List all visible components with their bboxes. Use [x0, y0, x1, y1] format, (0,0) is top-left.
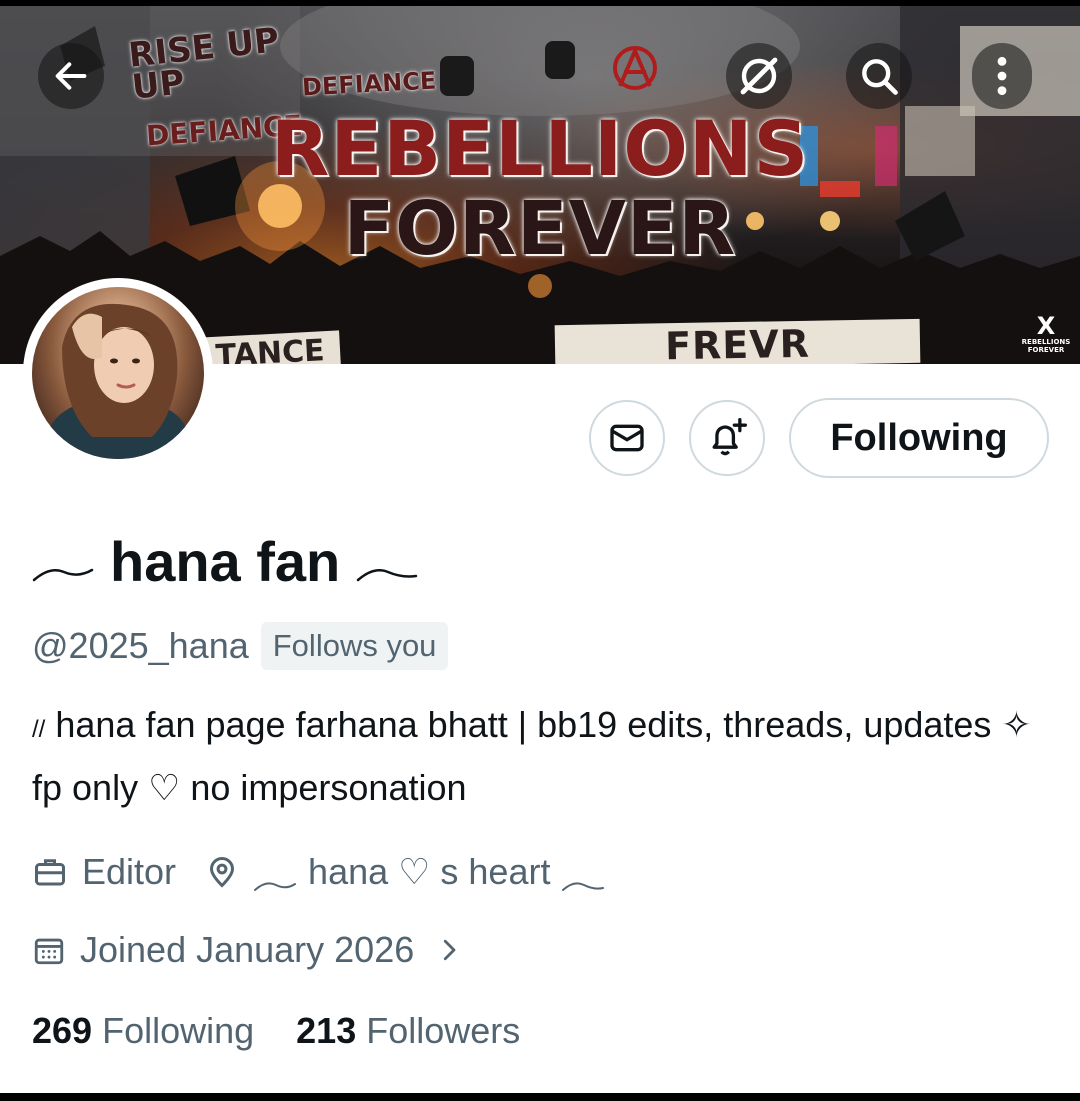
following-label: Following [102, 1010, 255, 1051]
grok-button[interactable] [726, 43, 792, 109]
following-stat-link[interactable]: 269 Following [32, 1010, 254, 1052]
followers-label: Followers [366, 1010, 521, 1051]
grok-icon [740, 57, 778, 95]
chevron-right-icon[interactable] [434, 935, 464, 965]
location-pin-icon [210, 857, 235, 888]
profile-screen: RISE UP UP DEFIANCE DEFIANCE REBELLIONS … [0, 6, 1080, 1093]
more-vertical-icon [997, 56, 1007, 96]
back-button[interactable] [38, 43, 104, 109]
following-button[interactable]: Following [789, 398, 1049, 478]
protest-banner: FREVR REBELLION [554, 318, 921, 364]
display-name-text: hana fan [110, 529, 341, 593]
followers-stat-link[interactable]: 213 Followers [296, 1010, 520, 1052]
more-options-button[interactable] [972, 43, 1032, 109]
bio-prefix: // [32, 716, 46, 743]
calendar-icon [34, 938, 64, 965]
banner-title-line2: FOREVER [343, 186, 737, 272]
tilde-decoration-small-right [562, 882, 605, 891]
profession-text: Editor [82, 851, 177, 892]
arrow-left-icon [55, 62, 87, 90]
bio: // hana fan page farhana bhatt | bb19 ed… [32, 696, 1052, 817]
followers-count: 213 [296, 1010, 357, 1051]
tilde-decoration-right [357, 569, 418, 582]
follows-you-badge: Follows you [260, 622, 449, 670]
location-text: hana ♡ s heart [308, 851, 551, 892]
search-button[interactable] [846, 43, 912, 109]
search-icon [862, 59, 898, 95]
username-handle: @2025_hana [32, 625, 249, 666]
notifications-button[interactable] [689, 400, 765, 476]
banner-title-line1: REBELLIONS [270, 104, 810, 193]
bell-plus-icon [712, 418, 747, 456]
briefcase-icon [35, 859, 65, 886]
banner-logo-mark: X [1036, 312, 1056, 340]
joined-date: Joined January 2026 [80, 929, 415, 970]
message-button[interactable] [589, 400, 665, 476]
tilde-decoration-left [32, 568, 94, 582]
handle-row: @2025_hana Follows you [32, 618, 449, 674]
tilde-decoration-small-left [254, 882, 297, 891]
joined-row[interactable]: Joined January 2026 [32, 922, 464, 978]
avatar-photo [32, 287, 204, 459]
profile-meta: Editor hana ♡ s heart [32, 842, 606, 902]
following-count: 269 [32, 1010, 93, 1051]
avatar[interactable] [23, 278, 213, 468]
mail-icon [610, 424, 644, 452]
follow-stats: 269 Following 213 Followers [32, 1002, 520, 1060]
banner-logo: X REBELLIONS FOREVER [1018, 314, 1074, 354]
banner-logo-text: REBELLIONS FOREVER [1021, 338, 1071, 354]
bio-text: hana fan page farhana bhatt | bb19 edits… [32, 704, 1032, 808]
display-name: hana fan [30, 526, 420, 596]
